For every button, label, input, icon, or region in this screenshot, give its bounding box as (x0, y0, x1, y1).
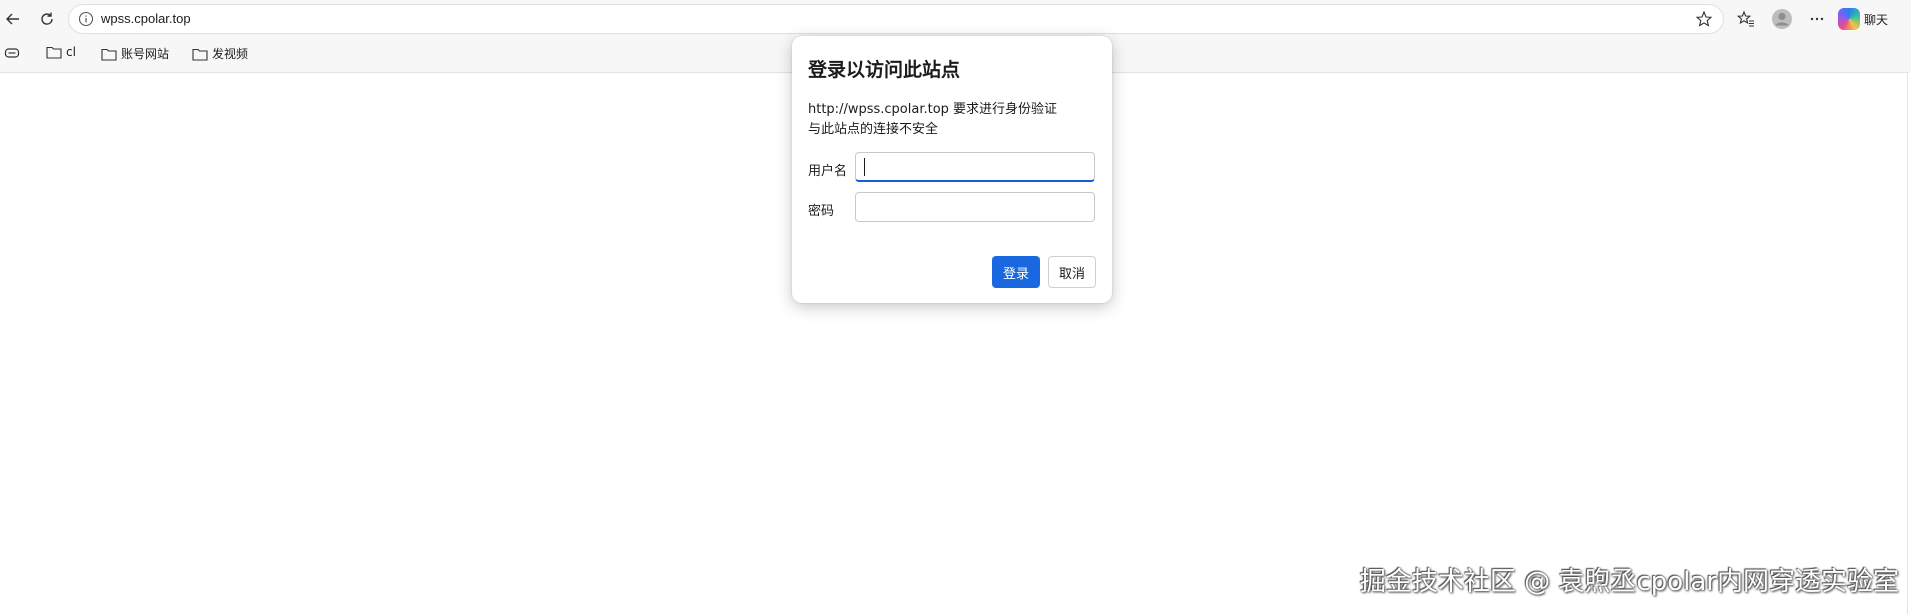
password-label: 密码 (808, 204, 835, 219)
favorites-icon (1737, 10, 1754, 27)
chat-label: 聊天 (1864, 12, 1889, 27)
password-input[interactable] (855, 192, 1095, 222)
more-dots-icon (1810, 17, 1824, 21)
copilot-chat-button[interactable]: 聊天 (1838, 5, 1900, 33)
folder-icon (192, 48, 208, 61)
bookmark-post-video[interactable]: 发视频 (192, 45, 248, 62)
star-outline-icon[interactable] (1695, 10, 1713, 28)
username-input[interactable] (855, 152, 1095, 182)
favorites-button[interactable] (1735, 8, 1757, 30)
refresh-button[interactable] (36, 8, 58, 30)
info-icon[interactable] (78, 11, 94, 27)
address-bar[interactable]: wpss.cpolar.top (68, 4, 1724, 34)
more-button[interactable] (1806, 8, 1828, 30)
bookmark-label: cl (66, 45, 76, 59)
dialog-message-line2: 与此站点的连接不安全 (808, 122, 939, 137)
folder-icon (46, 46, 62, 59)
username-label: 用户名 (808, 164, 848, 179)
back-arrow-icon (6, 13, 19, 25)
bookmark-account-sites[interactable]: 账号网站 (101, 45, 169, 62)
dialog-message-line1: http://wpss.cpolar.top 要求进行身份验证 (808, 102, 1058, 117)
copilot-icon (1838, 8, 1860, 30)
watermark-text: 掘金技术社区 @ 袁煦丞cpolar内网穿透实验室 (1359, 567, 1899, 597)
sidebar-toggle-icon (4, 48, 20, 58)
sidebar-toggle-button[interactable] (4, 45, 20, 61)
refresh-icon (41, 12, 53, 25)
cancel-button[interactable]: 取消 (1048, 256, 1096, 288)
bookmark-label: 账号网站 (121, 47, 170, 61)
folder-icon (101, 48, 117, 61)
text-caret (864, 158, 865, 176)
bookmark-cl[interactable]: cl (46, 45, 76, 59)
profile-button[interactable] (1771, 8, 1793, 30)
browser-toolbar: wpss.cpolar.top 聊天 (0, 0, 1911, 38)
dialog-title: 登录以访问此站点 (808, 59, 961, 81)
back-button[interactable] (2, 8, 24, 30)
profile-icon (1772, 9, 1792, 29)
auth-dialog: 登录以访问此站点 http://wpss.cpolar.top 要求进行身份验证… (792, 36, 1112, 303)
login-button[interactable]: 登录 (992, 256, 1040, 288)
bookmark-label: 发视频 (212, 47, 249, 61)
url-text[interactable]: wpss.cpolar.top (101, 11, 191, 26)
